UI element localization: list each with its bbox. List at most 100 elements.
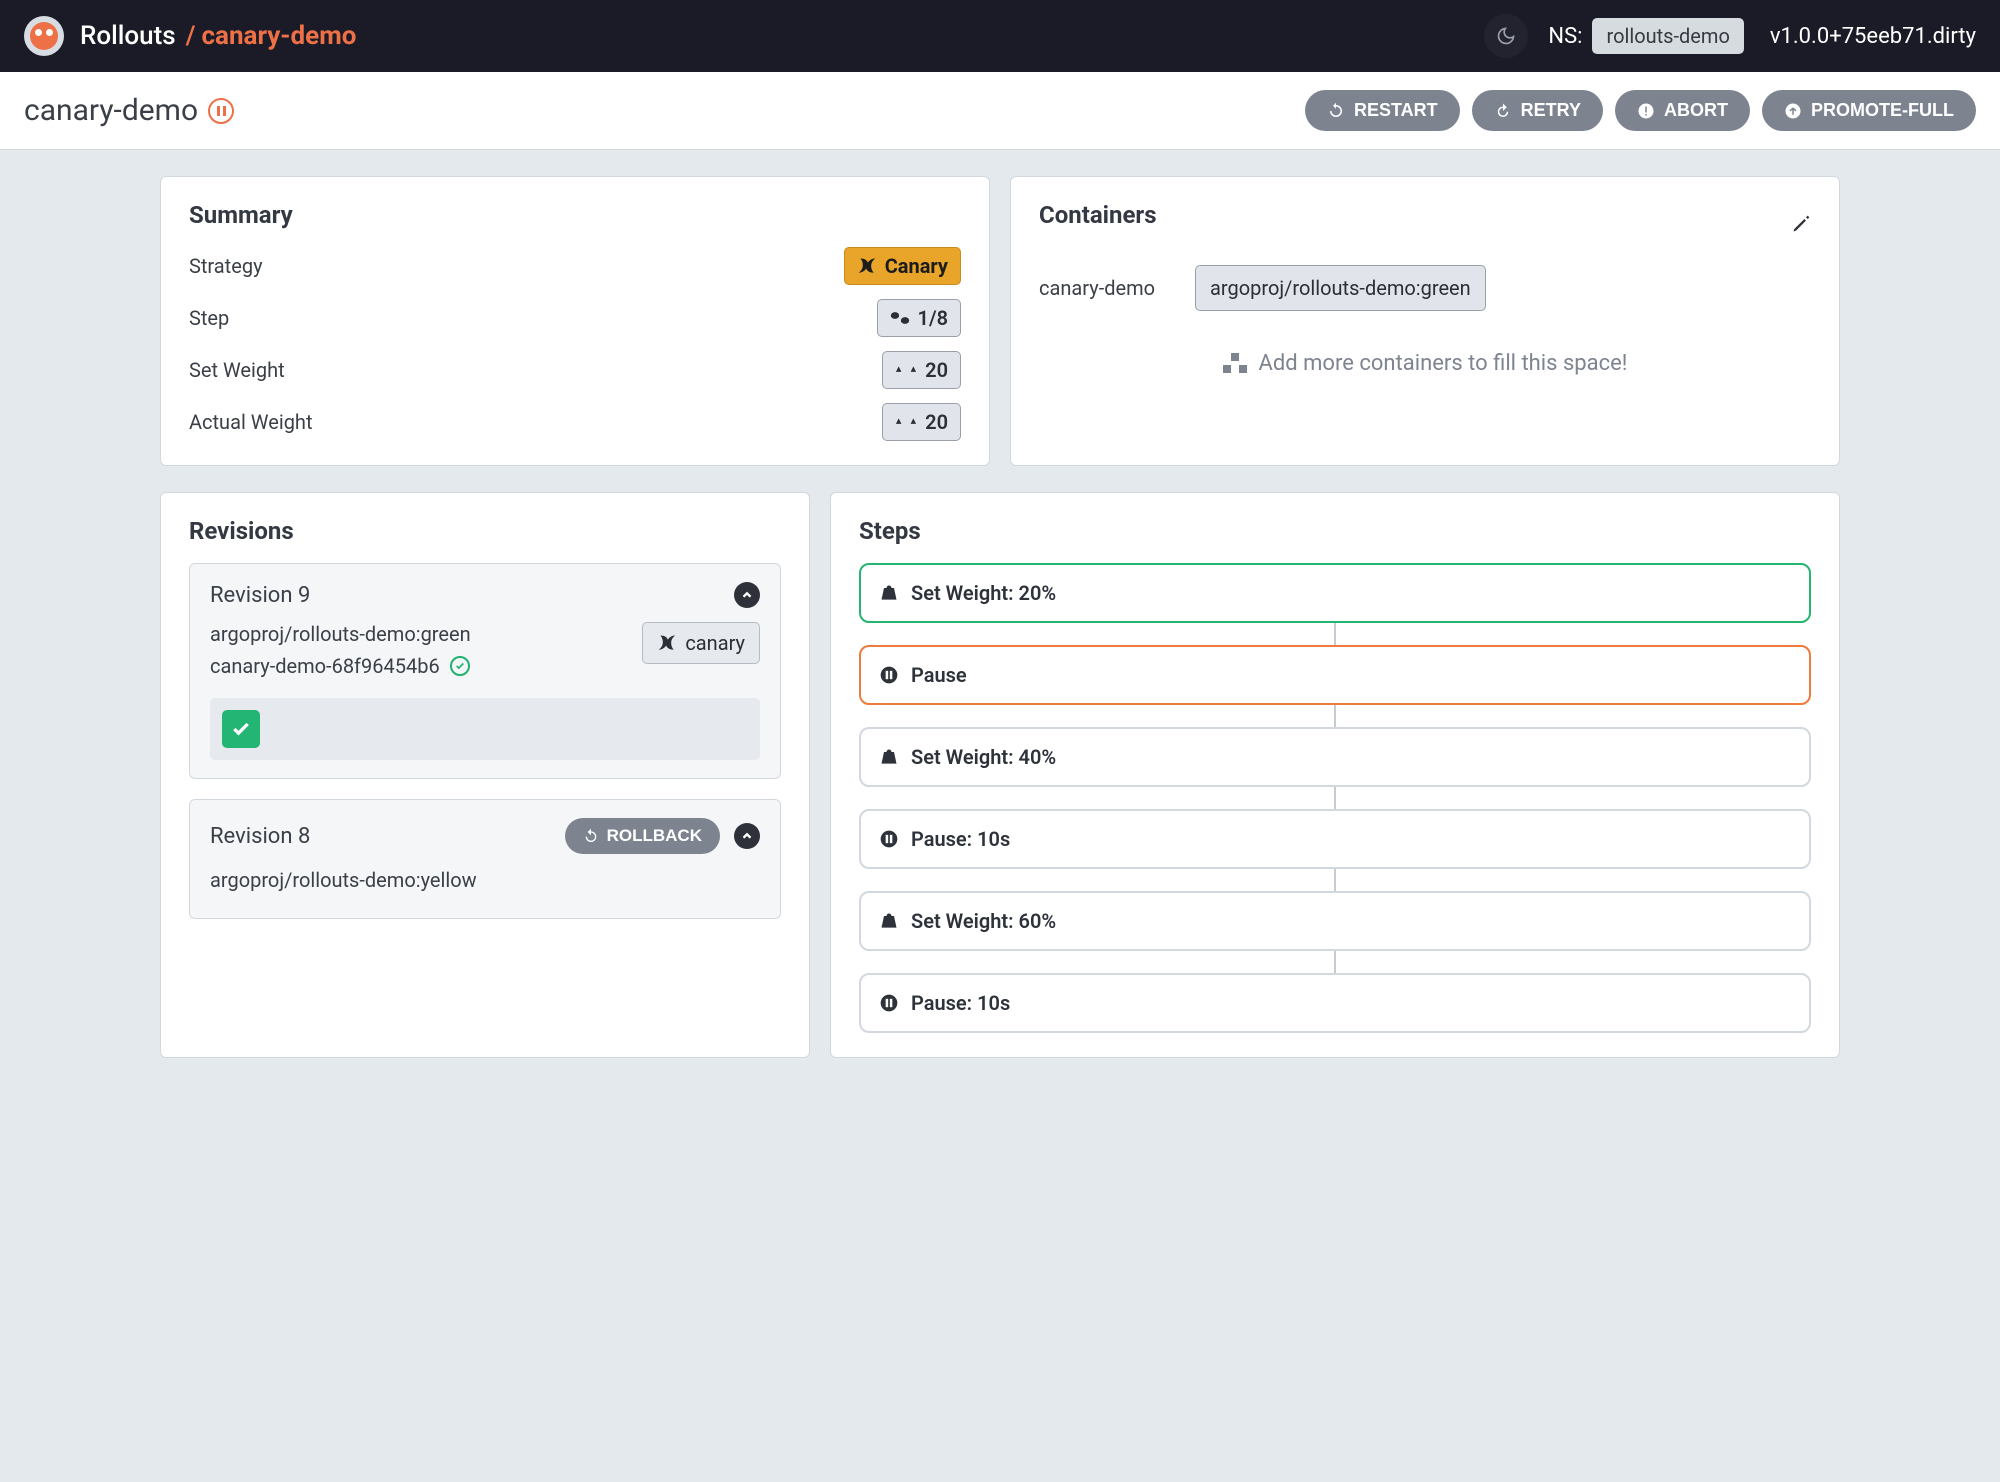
brand-title[interactable]: Rollouts — [80, 21, 176, 51]
revision-tag-label: canary — [685, 631, 745, 655]
revision-item: Revision 9 argoproj/rollouts-demo:green … — [189, 563, 781, 779]
steps-card: Steps Set Weight: 20% Pause Set Weight: 40… — [830, 492, 1840, 1058]
namespace-value[interactable]: rollouts-demo — [1592, 18, 1743, 54]
dove-icon — [857, 256, 877, 276]
set-weight-value: 20 — [925, 358, 948, 382]
shoe-prints-icon — [890, 310, 910, 326]
container-name: canary-demo — [1039, 276, 1155, 300]
restart-button[interactable]: RESTART — [1305, 90, 1460, 131]
namespace-label: NS: — [1548, 24, 1582, 49]
restart-label: RESTART — [1354, 100, 1438, 121]
revision-title: Revision 9 — [210, 583, 310, 608]
pods-row — [210, 698, 760, 760]
summary-setweight-label: Set Weight — [189, 358, 285, 382]
step-connector — [1334, 869, 1336, 891]
container-image[interactable]: argoproj/rollouts-demo:green — [1195, 265, 1486, 311]
containers-title: Containers — [1039, 201, 1157, 229]
add-containers-hint: Add more containers to fill this space! — [1039, 351, 1811, 376]
revision-tag: canary — [642, 622, 760, 664]
step-item[interactable]: Pause: 10s — [859, 973, 1811, 1033]
weight-icon — [879, 747, 899, 767]
container-row: canary-demo argoproj/rollouts-demo:green — [1039, 265, 1811, 311]
collapse-toggle[interactable] — [734, 582, 760, 608]
promote-full-label: PROMOTE-FULL — [1811, 100, 1954, 121]
retry-label: RETRY — [1521, 100, 1581, 121]
step-connector — [1334, 623, 1336, 645]
step-label: Set Weight: 60% — [911, 909, 1056, 933]
summary-actualweight-label: Actual Weight — [189, 410, 313, 434]
rollback-label: ROLLBACK — [607, 826, 702, 846]
chevron-up-icon — [740, 588, 754, 602]
strategy-value: Canary — [885, 254, 948, 278]
revision-image: argoproj/rollouts-demo:green — [210, 622, 471, 646]
version-label: v1.0.0+75eeb71.dirty — [1770, 24, 1976, 49]
promote-full-button[interactable]: PROMOTE-FULL — [1762, 90, 1976, 131]
step-item[interactable]: Pause: 10s — [859, 809, 1811, 869]
chevron-up-icon — [740, 829, 754, 843]
revision-image: argoproj/rollouts-demo:yellow — [210, 868, 760, 892]
summary-step-label: Step — [189, 306, 229, 330]
pencil-icon — [1791, 214, 1811, 234]
balance-scale-icon — [895, 414, 917, 430]
weight-icon — [879, 583, 899, 603]
summary-title: Summary — [189, 201, 961, 229]
add-containers-text: Add more containers to fill this space! — [1259, 351, 1628, 376]
summary-card: Summary Strategy Canary Step 1/8 Set Wei… — [160, 176, 990, 466]
set-weight-chip: 20 — [882, 351, 961, 389]
expand-toggle[interactable] — [734, 823, 760, 849]
abort-label: ABORT — [1664, 100, 1728, 121]
edit-containers-button[interactable] — [1791, 214, 1811, 234]
step-label: Set Weight: 40% — [911, 745, 1056, 769]
subheader: canary-demo RESTART RETRY ABORT PROMOTE-… — [0, 72, 2000, 150]
revision-title: Revision 8 — [210, 824, 310, 849]
page-title: canary-demo — [24, 93, 198, 128]
status-paused-icon — [208, 98, 234, 124]
pause-circle-icon — [879, 829, 899, 849]
actual-weight-value: 20 — [925, 410, 948, 434]
revision-rs: canary-demo-68f96454b6 — [210, 654, 440, 678]
healthy-icon — [450, 656, 470, 676]
moon-icon — [1496, 26, 1516, 46]
step-item[interactable]: Set Weight: 40% — [859, 727, 1811, 787]
step-label: Set Weight: 20% — [911, 581, 1056, 605]
step-label: Pause: 10s — [911, 827, 1010, 851]
step-label: Pause — [911, 663, 967, 687]
step-item[interactable]: Set Weight: 60% — [859, 891, 1811, 951]
sync-icon — [1327, 102, 1345, 120]
steps-title: Steps — [859, 517, 1811, 545]
breadcrumb-current[interactable]: canary-demo — [202, 21, 357, 51]
actual-weight-chip: 20 — [882, 403, 961, 441]
step-connector — [1334, 951, 1336, 973]
breadcrumb-sep: / — [186, 21, 196, 51]
abort-button[interactable]: ABORT — [1615, 90, 1750, 131]
balance-scale-icon — [895, 362, 917, 378]
step-chip: 1/8 — [877, 299, 961, 337]
weight-icon — [879, 911, 899, 931]
dove-icon — [657, 633, 677, 653]
step-label: Pause: 10s — [911, 991, 1010, 1015]
step-item[interactable]: Set Weight: 20% — [859, 563, 1811, 623]
pod-healthy[interactable] — [222, 710, 260, 748]
strategy-chip: Canary — [844, 247, 961, 285]
summary-strategy-label: Strategy — [189, 254, 263, 278]
check-icon — [231, 719, 251, 739]
arrow-up-circle-icon — [1784, 102, 1802, 120]
topbar: Rollouts / canary-demo NS: rollouts-demo… — [0, 0, 2000, 72]
revision-item: Revision 8 ROLLBACK argoproj/rollouts-de… — [189, 799, 781, 919]
step-connector — [1334, 787, 1336, 809]
revisions-card: Revisions Revision 9 argoproj/rollouts-d… — [160, 492, 810, 1058]
undo-icon — [583, 828, 599, 844]
step-value: 1/8 — [918, 306, 948, 330]
pause-circle-icon — [879, 993, 899, 1013]
rollback-button[interactable]: ROLLBACK — [565, 818, 720, 854]
revisions-title: Revisions — [189, 517, 781, 545]
logo[interactable] — [24, 16, 64, 56]
redo-icon — [1494, 102, 1512, 120]
step-connector — [1334, 705, 1336, 727]
exclaim-circle-icon — [1637, 102, 1655, 120]
step-item[interactable]: Pause — [859, 645, 1811, 705]
containers-card: Containers canary-demo argoproj/rollouts… — [1010, 176, 1840, 466]
retry-button[interactable]: RETRY — [1472, 90, 1603, 131]
pause-circle-icon — [879, 665, 899, 685]
theme-toggle[interactable] — [1484, 14, 1528, 58]
